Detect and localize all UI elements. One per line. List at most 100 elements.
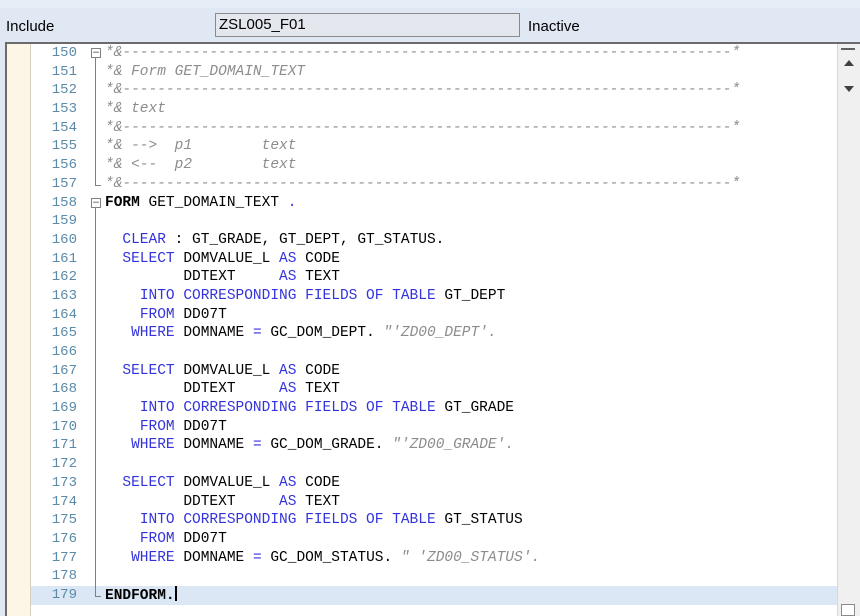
code-text[interactable]: ENDFORM. <box>105 585 177 606</box>
code-text[interactable]: WHERE DOMNAME = GC_DOM_STATUS. " 'ZD00_S… <box>105 549 540 568</box>
arrow-up-icon[interactable] <box>844 60 854 66</box>
code-line[interactable]: 155 *& --> p1 text <box>31 137 837 157</box>
code-text[interactable]: *&--------------------------------------… <box>105 175 740 194</box>
fold-marker <box>89 268 103 287</box>
breakpoint-gutter[interactable] <box>7 44 31 616</box>
code-line[interactable]: 172 <box>31 455 837 474</box>
fold-marker <box>89 230 103 250</box>
code-text[interactable]: FORM GET_DOMAIN_TEXT . <box>105 194 296 213</box>
code-line[interactable]: 175 INTO CORRESPONDING FIELDS OF TABLE G… <box>31 511 837 530</box>
code-text[interactable]: FROM DD07T <box>105 418 227 437</box>
arrow-down-icon[interactable] <box>844 86 854 92</box>
fold-marker <box>89 567 103 586</box>
fold-marker <box>89 529 103 549</box>
scroll-top-marker <box>841 48 855 50</box>
code-line[interactable]: 153 *& text <box>31 100 837 119</box>
code-line[interactable]: 164 FROM DD07T <box>31 305 837 325</box>
line-number: 162 <box>51 269 77 286</box>
fold-marker <box>89 81 103 101</box>
program-name-field[interactable]: ZSL005_F01 <box>215 13 520 37</box>
fold-marker <box>89 585 103 605</box>
fold-marker <box>89 137 103 157</box>
code-text[interactable]: WHERE DOMNAME = GC_DOM_GRADE. "'ZD00_GRA… <box>105 436 514 455</box>
fold-marker <box>89 324 103 343</box>
code-line[interactable]: 163 INTO CORRESPONDING FIELDS OF TABLE G… <box>31 286 837 306</box>
keyword-token: AS <box>279 250 297 267</box>
code-line[interactable]: 176 FROM DD07T <box>31 529 837 549</box>
fold-marker <box>89 212 103 231</box>
vertical-scrollbar[interactable] <box>837 44 860 616</box>
code-line[interactable]: 168 DDTEXT AS TEXT <box>31 380 837 400</box>
code-text[interactable]: WHERE DOMNAME = GC_DOM_DEPT. "'ZD00_DEPT… <box>105 324 497 343</box>
code-text[interactable]: *&--------------------------------------… <box>105 81 740 100</box>
code-line[interactable]: 174 DDTEXT AS TEXT <box>31 492 837 512</box>
code-line[interactable]: 179 ENDFORM. <box>31 585 837 606</box>
line-number: 165 <box>51 325 77 342</box>
line-number: 150 <box>51 45 77 61</box>
code-text[interactable]: FROM DD07T <box>105 530 227 549</box>
code-token: FORM <box>105 194 140 211</box>
code-text[interactable]: DDTEXT AS TEXT <box>105 380 340 399</box>
code-text[interactable]: *& text <box>105 100 166 119</box>
code-text[interactable]: *&--------------------------------------… <box>105 44 740 63</box>
code-text[interactable]: INTO CORRESPONDING FIELDS OF TABLE GT_GR… <box>105 399 514 418</box>
code-text[interactable]: FROM DD07T <box>105 306 227 325</box>
code-text[interactable]: DDTEXT AS TEXT <box>105 493 340 512</box>
collapse-box-icon[interactable]: − <box>91 197 101 208</box>
code-line[interactable]: 156 *& <-- p2 text <box>31 156 837 175</box>
code-line[interactable]: 150 − *&----------------------------------… <box>31 44 837 63</box>
code-line[interactable]: 152 *&-----------------------------------… <box>31 81 837 101</box>
code-text[interactable]: *& --> p1 text <box>105 137 296 156</box>
code-text[interactable]: DDTEXT AS TEXT <box>105 268 340 287</box>
code-token: CODE <box>296 474 340 491</box>
code-line[interactable]: 171 WHERE DOMNAME = GC_DOM_GRADE. "'ZD00… <box>31 436 837 456</box>
code-editor[interactable]: 150− *&----------------------------------… <box>5 42 860 616</box>
code-line[interactable]: 170 FROM DD07T <box>31 417 837 437</box>
line-number: 158 <box>51 194 77 211</box>
fold-marker[interactable]: − <box>89 44 103 63</box>
code-line[interactable]: 173 SELECT DOMVALUE_L AS CODE <box>31 473 837 493</box>
code-line[interactable]: 159 <box>31 212 837 231</box>
code-line[interactable]: 151 *& Form GET_DOMAIN_TEXT <box>31 62 837 82</box>
code-text[interactable]: SELECT DOMVALUE_L AS CODE <box>105 362 340 381</box>
code-line[interactable]: 167 SELECT DOMVALUE_L AS CODE <box>31 361 837 381</box>
code-text[interactable]: INTO CORRESPONDING FIELDS OF TABLE GT_DE… <box>105 287 505 306</box>
code-line[interactable]: 178 <box>31 567 837 586</box>
code-line[interactable]: 169 INTO CORRESPONDING FIELDS OF TABLE G… <box>31 399 837 418</box>
code-text[interactable]: SELECT DOMVALUE_L AS CODE <box>105 250 340 269</box>
code-text[interactable]: *& Form GET_DOMAIN_TEXT <box>105 63 305 82</box>
code-text[interactable]: SELECT DOMVALUE_L AS CODE <box>105 474 340 493</box>
comment-token: *& text <box>105 101 166 118</box>
code-line[interactable]: 177 WHERE DOMNAME = GC_DOM_STATUS. " 'ZD… <box>31 548 837 568</box>
collapse-box-icon[interactable]: − <box>91 48 101 58</box>
fold-marker <box>89 100 103 119</box>
fold-marker[interactable]: − <box>89 194 103 213</box>
code-text[interactable]: CLEAR : GT_GRADE, GT_DEPT, GT_STATUS. <box>105 231 444 250</box>
line-number: 154 <box>51 119 77 136</box>
keyword-token: INTO CORRESPONDING FIELDS OF TABLE <box>139 400 436 417</box>
comment-token: *& <-- p2 text <box>105 157 297 174</box>
code-line[interactable]: 165 WHERE DOMNAME = GC_DOM_DEPT. "'ZD00_… <box>31 324 837 343</box>
fold-marker <box>89 399 103 418</box>
code-token: GET_DOMAIN_TEXT <box>139 194 288 211</box>
fold-marker <box>89 492 103 512</box>
code-text[interactable]: *&--------------------------------------… <box>105 119 740 138</box>
line-number: 170 <box>51 418 77 435</box>
code-line[interactable]: 158 − FORM GET_DOMAIN_TEXT . <box>31 194 837 213</box>
code-line[interactable]: 161 SELECT DOMVALUE_L AS CODE <box>31 249 837 269</box>
code-line[interactable]: 157 *&-----------------------------------… <box>31 174 837 194</box>
code-line[interactable]: 162 DDTEXT AS TEXT <box>31 268 837 287</box>
code-text[interactable]: INTO CORRESPONDING FIELDS OF TABLE GT_ST… <box>105 511 523 530</box>
code-line[interactable]: 160 CLEAR : GT_GRADE, GT_DEPT, GT_STATUS… <box>31 230 837 250</box>
line-number: 167 <box>51 362 77 379</box>
scroll-bottom-button[interactable] <box>841 604 855 616</box>
code-line[interactable]: 154 *&-----------------------------------… <box>31 118 837 138</box>
code-lines[interactable]: 150− *&----------------------------------… <box>31 44 837 605</box>
code-text[interactable]: *& <-- p2 text <box>105 156 296 175</box>
fold-marker <box>89 380 103 400</box>
code-line[interactable]: 166 <box>31 343 837 362</box>
